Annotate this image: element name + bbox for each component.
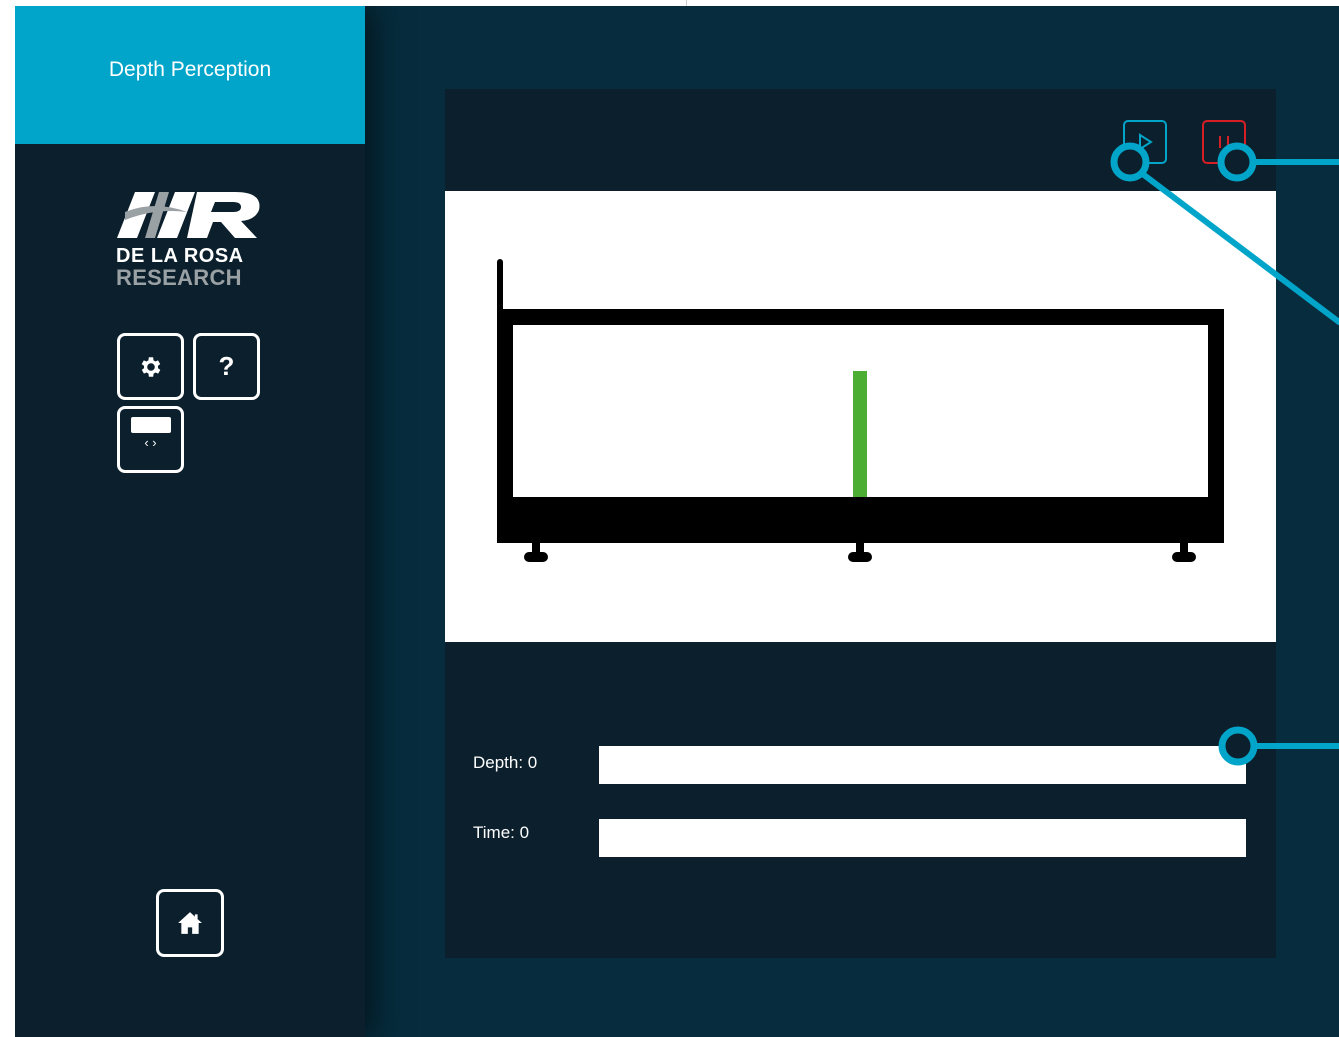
- company-logo: DE LA ROSA RESEARCH: [113, 190, 273, 290]
- gear-icon: [141, 356, 160, 377]
- time-field[interactable]: [599, 819, 1246, 857]
- foot-center-stem: [856, 543, 864, 553]
- depth-rod: [853, 371, 867, 497]
- foot-left: [524, 552, 548, 562]
- settings-button[interactable]: [117, 333, 184, 400]
- display-adjust-icon: [130, 417, 171, 433]
- depth-apparatus: [497, 259, 1224, 562]
- apparatus-base: [497, 497, 1224, 543]
- display-adjust-button[interactable]: ‹ ›: [117, 406, 184, 473]
- play-button[interactable]: [1123, 120, 1167, 164]
- foot-center: [848, 552, 872, 562]
- stop-icon: [1219, 136, 1229, 148]
- app-window: Depth Perception DE LA ROSA RESEARCH ? ‹…: [15, 6, 1339, 1037]
- sidebar: Depth Perception DE LA ROSA RESEARCH ? ‹…: [15, 6, 365, 1037]
- time-label: Time: 0: [473, 823, 530, 842]
- home-button[interactable]: [156, 889, 224, 957]
- apparatus-top-frame: [497, 309, 1224, 325]
- app-title: Depth Perception: [15, 6, 365, 144]
- display-adjust-glyph: ‹ ›: [144, 435, 157, 450]
- depth-field[interactable]: [599, 746, 1246, 784]
- apparatus-view: [445, 191, 1276, 642]
- home-icon: [178, 912, 202, 934]
- adjustment-handle: [497, 259, 503, 315]
- help-label: ?: [218, 351, 235, 381]
- experiment-panel: Depth: 0 Time: 0: [445, 89, 1276, 958]
- logo-monogram: [117, 192, 260, 238]
- play-icon: [1139, 133, 1153, 151]
- depth-label: Depth: 0: [473, 753, 538, 772]
- foot-right-stem: [1180, 543, 1188, 553]
- help-button[interactable]: ?: [193, 333, 260, 400]
- stop-button[interactable]: [1202, 120, 1246, 164]
- logo-text-bottom: RESEARCH: [116, 265, 242, 290]
- foot-right: [1172, 552, 1196, 562]
- foot-left-stem: [532, 543, 540, 553]
